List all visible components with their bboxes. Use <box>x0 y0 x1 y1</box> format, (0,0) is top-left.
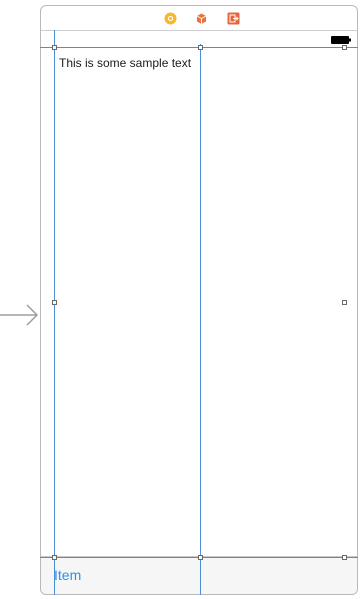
resize-handle-top-center[interactable] <box>198 45 203 50</box>
battery-icon <box>331 36 351 44</box>
storyboard-canvas[interactable]: Item This is some sample text <box>0 0 362 599</box>
entry-point-arrow-icon[interactable] <box>0 300 40 330</box>
resize-handle-middle-right[interactable] <box>342 300 347 305</box>
resize-handle-middle-left[interactable] <box>52 300 57 305</box>
first-responder-icon[interactable] <box>195 12 208 25</box>
view-controller-scene[interactable]: Item <box>40 5 358 595</box>
resize-handle-top-right[interactable] <box>342 45 347 50</box>
tab-bar-item-label[interactable]: Item <box>54 567 81 583</box>
resize-handle-bottom-right[interactable] <box>342 555 347 560</box>
sample-text-label[interactable]: This is some sample text <box>59 56 191 70</box>
resize-handle-bottom-left[interactable] <box>52 555 57 560</box>
exit-icon[interactable] <box>227 12 240 25</box>
tab-bar[interactable]: Item <box>41 556 357 594</box>
scene-dock <box>41 6 357 31</box>
center-guide-line <box>200 44 201 595</box>
view-controller-icon[interactable] <box>164 12 177 25</box>
resize-handle-top-left[interactable] <box>52 45 57 50</box>
leading-guide-line <box>54 30 55 595</box>
resize-handle-bottom-center[interactable] <box>198 555 203 560</box>
